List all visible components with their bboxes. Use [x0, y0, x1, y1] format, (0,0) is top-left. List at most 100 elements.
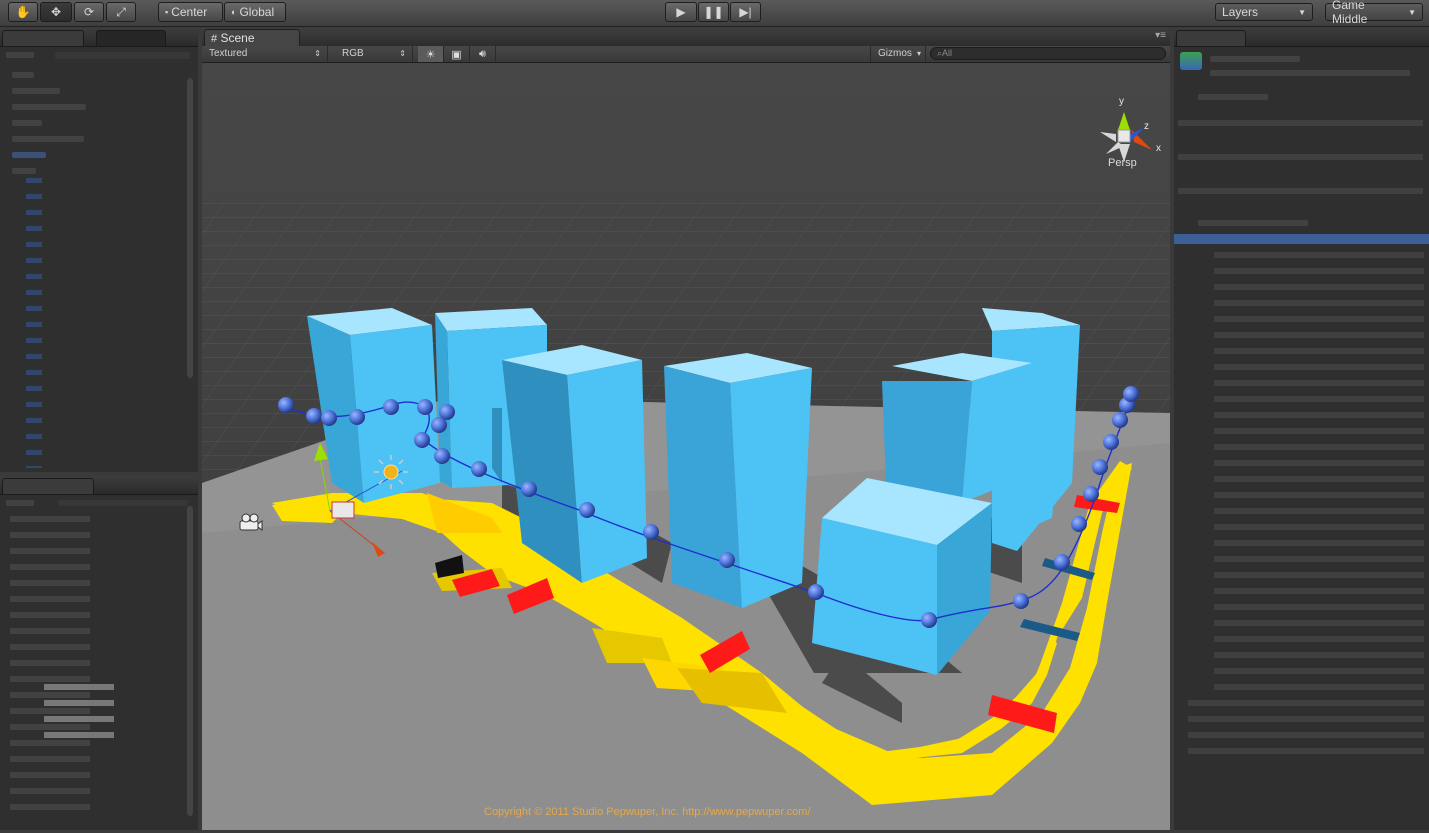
- pivot-center-button[interactable]: ▪ Center: [158, 2, 223, 22]
- gameobject-icon: [1180, 52, 1202, 70]
- inspector-panel: [1174, 28, 1429, 830]
- play-button[interactable]: ▶: [665, 2, 697, 22]
- render-mode-dropdown[interactable]: Textured ⇕: [202, 46, 328, 62]
- hierarchy-panel: [0, 28, 198, 472]
- path-node[interactable]: [579, 502, 595, 518]
- path-node[interactable]: [1071, 516, 1087, 532]
- path-node[interactable]: [306, 408, 322, 424]
- path-node[interactable]: [1092, 459, 1108, 475]
- path-node[interactable]: [1103, 434, 1119, 450]
- path-node[interactable]: [471, 461, 487, 477]
- render-mode-label: Textured: [209, 48, 248, 59]
- tab-hierarchy[interactable]: [2, 30, 84, 46]
- layers-label: Layers: [1222, 5, 1259, 19]
- pivot-global-button[interactable]: ◐ Global: [224, 2, 286, 22]
- x-axis-label: x: [1156, 143, 1161, 154]
- transform-fields[interactable]: [1178, 110, 1423, 210]
- path-node[interactable]: [521, 481, 537, 497]
- project-tabbar: [0, 476, 198, 495]
- path-node[interactable]: [1123, 386, 1139, 402]
- scene-tab-label: Scene: [220, 31, 255, 45]
- transform-header[interactable]: [1198, 94, 1268, 100]
- path-node[interactable]: [921, 612, 937, 628]
- step-icon: ▶|: [739, 5, 752, 19]
- object-name-field[interactable]: [1210, 56, 1300, 62]
- image-icon: ▣: [451, 48, 462, 61]
- scale-tool-button[interactable]: ⤢: [106, 2, 136, 22]
- path-node[interactable]: [1013, 593, 1029, 609]
- pause-icon: ❚❚: [703, 5, 724, 19]
- chevron-down-icon: ▼: [1298, 7, 1306, 17]
- hierarchy-tabbar: [0, 28, 198, 47]
- scene-view: # Scene ▾≡ Textured ⇕ RGB ⇕ ☀ ▣ 🔊︎ Gizmo…: [202, 28, 1170, 830]
- grid-icon: #: [211, 33, 218, 45]
- path-node[interactable]: [1054, 554, 1070, 570]
- globe-icon: ◐: [231, 7, 237, 17]
- script-header[interactable]: [1198, 220, 1308, 226]
- speaker-icon: 🔊︎: [479, 47, 486, 60]
- sun-icon: ☀: [425, 48, 436, 61]
- audio-toggle[interactable]: 🔊︎: [470, 46, 496, 62]
- project-scrollbar[interactable]: [187, 506, 193, 816]
- path-node[interactable]: [808, 584, 824, 600]
- path-node[interactable]: [321, 410, 337, 426]
- main-toolbar: ✋ ✥ ⟳ ⤢ ▪ Center ◐ Global ▶ ❚❚ ▶| Layers…: [0, 0, 1429, 27]
- z-axis-label: z: [1144, 121, 1149, 132]
- tab-scene[interactable]: # Scene: [204, 29, 300, 46]
- skybox-toggle[interactable]: ▣: [444, 46, 470, 62]
- scene-control-bar: Textured ⇕ RGB ⇕ ☀ ▣ 🔊︎ Gizmos ▾ ⌕All: [202, 46, 1170, 63]
- scene-tabbar: # Scene ▾≡: [202, 28, 1170, 46]
- tab-console[interactable]: [96, 30, 166, 46]
- chevron-updown-icon: ⇕: [314, 49, 321, 58]
- path-node[interactable]: [1083, 486, 1099, 502]
- inspector-tabbar: [1174, 28, 1429, 47]
- chevron-updown-icon: ⇕: [399, 49, 406, 58]
- path-node[interactable]: [383, 399, 399, 415]
- path-node[interactable]: [434, 448, 450, 464]
- gizmos-label: Gizmos: [878, 48, 912, 59]
- scene-render: [202, 63, 1170, 830]
- color-mode-dropdown[interactable]: RGB ⇕: [335, 46, 413, 62]
- rotate-tool-button[interactable]: ⟳: [74, 2, 104, 22]
- hand-tool-button[interactable]: ✋: [8, 2, 38, 22]
- project-create-dropdown[interactable]: [6, 500, 34, 506]
- color-mode-label: RGB: [342, 48, 364, 59]
- pivot-label: Center: [171, 5, 208, 19]
- search-placeholder: All: [942, 48, 953, 58]
- path-node[interactable]: [349, 409, 365, 425]
- lighting-toggle[interactable]: ☀: [418, 46, 444, 62]
- path-node[interactable]: [431, 417, 447, 433]
- scene-search-input[interactable]: ⌕All: [930, 47, 1166, 60]
- path-node[interactable]: [719, 552, 735, 568]
- player-object[interactable]: [331, 501, 355, 519]
- scene-viewport[interactable]: y z x: [202, 63, 1170, 830]
- tab-project[interactable]: [2, 478, 94, 494]
- layout-label: Game Middle: [1332, 0, 1368, 26]
- hierarchy-search[interactable]: [55, 52, 190, 59]
- layout-dropdown[interactable]: Game Middle ▼: [1325, 0, 1423, 26]
- project-tree: [10, 516, 90, 816]
- step-button[interactable]: ▶|: [730, 2, 761, 22]
- create-dropdown[interactable]: [6, 52, 34, 58]
- path-node[interactable]: [643, 524, 659, 540]
- path-node[interactable]: [417, 399, 433, 415]
- hierarchy-scrollbar[interactable]: [187, 78, 193, 378]
- tab-inspector[interactable]: [1176, 30, 1246, 46]
- layers-dropdown[interactable]: Layers ▼: [1215, 3, 1313, 21]
- path-node[interactable]: [278, 397, 294, 413]
- script-properties[interactable]: [1188, 700, 1424, 756]
- selected-script-row[interactable]: [1174, 234, 1429, 244]
- menu-icon[interactable]: ▾≡: [1155, 30, 1166, 41]
- projection-label[interactable]: Persp: [1108, 157, 1137, 169]
- project-search[interactable]: [58, 500, 188, 506]
- chevron-down-icon: ▼: [1408, 7, 1416, 17]
- play-icon: ▶: [676, 5, 686, 19]
- tag-layer-row[interactable]: [1210, 70, 1410, 76]
- gizmos-dropdown[interactable]: Gizmos ▾: [870, 46, 926, 62]
- move-tool-button[interactable]: ✥: [40, 2, 72, 22]
- path-node[interactable]: [1112, 412, 1128, 428]
- control-path-elements[interactable]: [1214, 252, 1424, 698]
- move-icon: ✥: [50, 5, 62, 19]
- pause-button[interactable]: ❚❚: [698, 2, 729, 22]
- path-node[interactable]: [414, 432, 430, 448]
